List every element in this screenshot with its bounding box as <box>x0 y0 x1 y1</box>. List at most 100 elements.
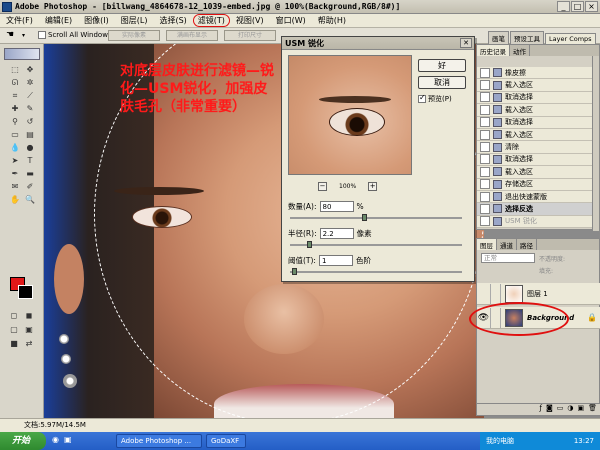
history-brush-source-box[interactable] <box>480 104 490 115</box>
history-brush-source-box[interactable] <box>480 179 490 190</box>
slice-tool-icon[interactable]: ⟋ <box>24 90 36 101</box>
brush-tool-icon[interactable]: ✎ <box>24 103 36 114</box>
shape-tool-icon[interactable]: ▬ <box>24 168 36 179</box>
cancel-button[interactable]: 取消 <box>418 76 466 89</box>
pen-tool-icon[interactable]: ✒ <box>9 168 21 179</box>
history-brush-source-box[interactable] <box>480 191 490 202</box>
history-item[interactable]: 存储选区 <box>477 178 595 191</box>
history-brush-source-box[interactable] <box>480 203 490 214</box>
menu-layer[interactable]: 图层(L) <box>115 15 154 26</box>
start-button[interactable]: 开始 <box>0 432 46 450</box>
zoom-in-button[interactable]: + <box>368 182 378 191</box>
history-brush-source-box[interactable] <box>480 80 490 91</box>
quicklaunch-ie-icon[interactable]: ◉ <box>52 435 59 444</box>
print-size-button[interactable]: 打印尺寸 <box>224 30 276 41</box>
history-item[interactable]: 选择反选 <box>477 203 595 216</box>
minimize-button[interactable]: _ <box>557 1 570 12</box>
history-brush-source-box[interactable] <box>480 142 490 153</box>
close-button[interactable]: × <box>585 1 598 12</box>
history-brush-source-box[interactable] <box>480 129 490 140</box>
screen-mode-full-icon[interactable]: ▣ <box>23 324 35 335</box>
scroll-all-windows-checkbox[interactable] <box>38 31 46 39</box>
maximize-button[interactable]: □ <box>571 1 584 12</box>
history-brush-source-box[interactable] <box>480 154 490 165</box>
tool-preset-chevron-icon[interactable]: ▾ <box>22 32 25 39</box>
adjustment-layer-icon[interactable]: ◑ <box>567 404 573 415</box>
history-item[interactable]: USM 锐化 <box>477 215 595 229</box>
hand-tool-icon[interactable]: ✋ <box>9 194 21 205</box>
move-tool-icon[interactable]: ✥ <box>24 64 36 75</box>
quicklaunch-desktop-icon[interactable]: ▣ <box>64 435 72 444</box>
adobe-logo-icon[interactable] <box>4 48 40 60</box>
history-item[interactable]: 载入选区 <box>477 104 595 117</box>
new-set-icon[interactable]: ▭ <box>557 404 564 415</box>
tab-actions[interactable]: 动作 <box>510 45 530 56</box>
filter-preview[interactable] <box>288 55 412 175</box>
jump-to-imageready-icon[interactable]: ⇄ <box>23 338 35 349</box>
history-item[interactable]: 取消选择 <box>477 91 595 105</box>
my-computer-label[interactable]: 我的电脑 <box>486 436 514 446</box>
path-selection-tool-icon[interactable]: ➤ <box>9 155 21 166</box>
amount-slider[interactable] <box>290 214 462 221</box>
layer-link-toggle[interactable] <box>491 283 501 304</box>
zoom-out-button[interactable]: − <box>318 182 327 191</box>
type-tool-icon[interactable]: T <box>24 155 36 166</box>
history-brush-source-box[interactable] <box>480 92 490 103</box>
history-brush-tool-icon[interactable]: ↺ <box>24 116 36 127</box>
taskbar-godaxf[interactable]: GoDaXF <box>206 434 246 448</box>
taskbar-photoshop[interactable]: Adobe Photoshop ... <box>116 434 202 448</box>
radius-slider[interactable] <box>290 241 462 248</box>
dodge-tool-icon[interactable]: ● <box>24 142 36 153</box>
tab-layers[interactable]: 图层 <box>477 239 497 250</box>
threshold-slider[interactable] <box>290 268 462 275</box>
radius-slider-thumb[interactable] <box>307 241 313 248</box>
eraser-tool-icon[interactable]: ▭ <box>9 129 21 140</box>
notes-tool-icon[interactable]: ✉ <box>9 181 21 192</box>
new-layer-icon[interactable]: ▣ <box>577 404 584 415</box>
magic-wand-tool-icon[interactable]: ✲ <box>24 77 36 88</box>
layer-mask-icon[interactable]: ◙ <box>546 404 553 415</box>
gradient-tool-icon[interactable]: ▤ <box>24 129 36 140</box>
menu-filter[interactable]: 滤镜(T) <box>192 14 230 27</box>
ok-button[interactable]: 好 <box>418 59 466 72</box>
history-brush-source-box[interactable] <box>480 216 490 227</box>
tab-channels[interactable]: 通道 <box>497 239 517 250</box>
layer-row[interactable]: 图层 1 <box>477 283 600 305</box>
history-item[interactable]: 橡皮擦 <box>477 67 595 80</box>
layer-style-icon[interactable]: ƒ <box>539 404 541 415</box>
threshold-slider-thumb[interactable] <box>291 268 297 275</box>
dialog-close-icon[interactable]: ✕ <box>460 38 472 48</box>
history-item[interactable]: 载入选区 <box>477 166 595 179</box>
menu-help[interactable]: 帮助(H) <box>312 15 352 26</box>
history-item[interactable]: 取消选择 <box>477 153 595 167</box>
menu-edit[interactable]: 编辑(E) <box>39 15 78 26</box>
history-item[interactable]: 载入选区 <box>477 79 595 92</box>
tab-history[interactable]: 历史记录 <box>477 45 510 56</box>
blur-tool-icon[interactable]: 💧 <box>9 142 21 153</box>
history-item[interactable]: 载入选区 <box>477 128 595 142</box>
crop-tool-icon[interactable]: ⌗ <box>9 90 21 101</box>
tab-tool-presets[interactable]: 预设工具 <box>510 31 544 44</box>
menu-select[interactable]: 选择(S) <box>153 15 192 26</box>
tab-paths[interactable]: 路径 <box>517 239 537 250</box>
amount-slider-thumb[interactable] <box>362 214 368 221</box>
amount-input[interactable] <box>319 201 354 212</box>
lasso-tool-icon[interactable]: ᘏ <box>9 77 21 88</box>
history-brush-source-box[interactable] <box>480 117 490 128</box>
actual-pixels-button[interactable]: 实际像素 <box>108 30 160 41</box>
menu-file[interactable]: 文件(F) <box>0 15 39 26</box>
standard-mode-icon[interactable]: ◻ <box>8 310 20 321</box>
screen-mode-full-black-icon[interactable]: ■ <box>8 338 20 349</box>
marquee-tool-icon[interactable]: ⬚ <box>9 64 21 75</box>
blend-mode-select[interactable]: 正常 <box>481 253 535 263</box>
history-item[interactable]: 清除 <box>477 141 595 154</box>
zoom-tool-icon[interactable]: 🔍 <box>24 194 36 205</box>
preview-checkbox[interactable] <box>418 93 426 103</box>
history-item[interactable]: 取消选择 <box>477 116 595 129</box>
radius-input[interactable] <box>319 228 354 239</box>
history-brush-source-box[interactable] <box>480 166 490 177</box>
menu-image[interactable]: 图像(I) <box>78 15 115 26</box>
trash-icon[interactable]: 🗑 <box>588 404 597 415</box>
quick-mask-mode-icon[interactable]: ◼ <box>23 310 35 321</box>
fit-on-screen-button[interactable]: 满画布显示 <box>166 30 218 41</box>
